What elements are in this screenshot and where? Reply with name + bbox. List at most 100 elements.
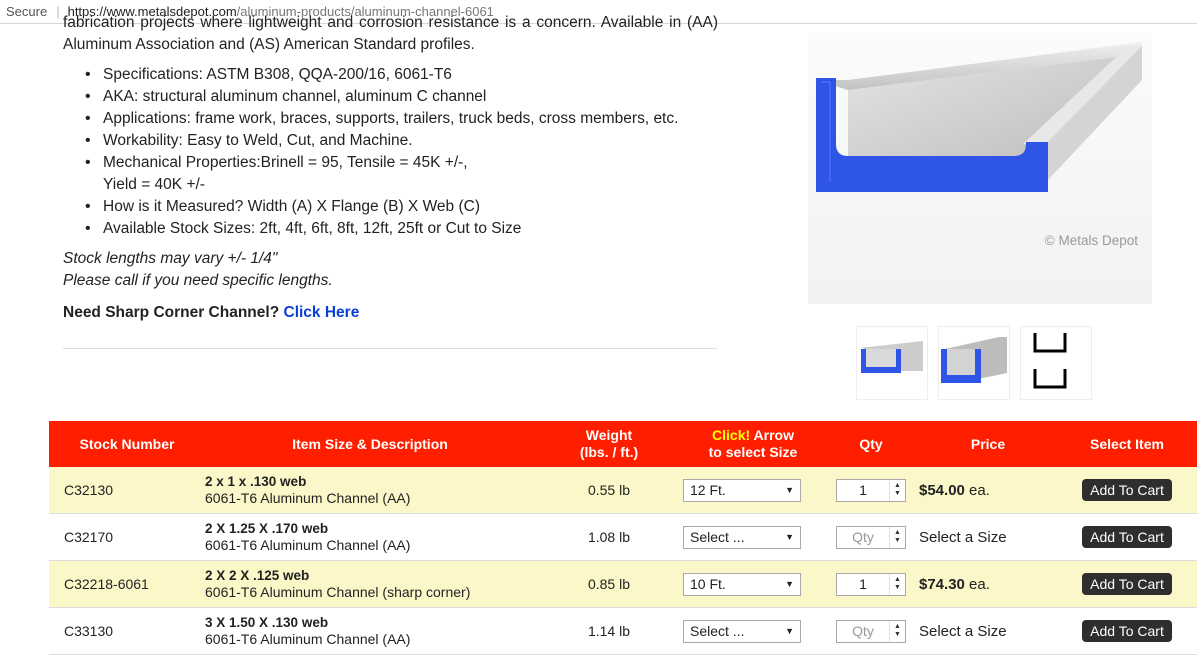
price-prompt: Select a Size: [919, 622, 1007, 640]
size-select[interactable]: Select ... ▼: [683, 619, 801, 643]
qty-placeholder: Qty: [852, 529, 874, 545]
size-select[interactable]: 12 Ft. ▼: [683, 478, 801, 502]
spinner-icon[interactable]: ▲ ▼: [889, 526, 905, 548]
size-cell: Select ... ▼: [683, 525, 823, 549]
qty-placeholder: Qty: [852, 623, 874, 639]
thumbnail-as-profile[interactable]: [938, 326, 1010, 400]
spinner-icon[interactable]: ▲ ▼: [889, 620, 905, 642]
item-description: 2 X 2 X .125 web 6061-T6 Aluminum Channel…: [205, 567, 535, 601]
header-weight-line2: (lbs. / ft.): [579, 444, 639, 460]
stock-length-note: Stock lengths may vary +/- 1/4" Please ca…: [63, 248, 718, 292]
price-cell: Select a Size: [919, 623, 1057, 640]
item-weight: 1.08 lb: [587, 529, 631, 545]
item-weight: 1.14 lb: [587, 623, 631, 639]
item-description: 3 X 1.50 X .130 web 6061-T6 Aluminum Chan…: [205, 614, 535, 648]
item-description: 2 x 1 x .130 web 6061-T6 Aluminum Channel…: [205, 473, 535, 507]
qty-stepper[interactable]: Qty ▲ ▼: [836, 525, 906, 549]
qty-cell: 1 ▲ ▼: [823, 478, 919, 502]
spec-item: Applications: frame work, braces, suppor…: [85, 108, 718, 130]
size-select-value: 12 Ft.: [690, 482, 726, 498]
size-select-value: Select ...: [690, 623, 745, 639]
spec-yield-text: Yield = 40K +/-: [103, 176, 205, 193]
price-value: $54.00: [919, 481, 965, 499]
sharp-corner-link[interactable]: Click Here: [284, 304, 360, 321]
note-line-1: Stock lengths may vary +/- 1/4": [63, 250, 278, 267]
table-row: C32218-6061 2 X 2 X .125 web 6061-T6 Alum…: [49, 561, 1197, 608]
price-value: $74.30: [919, 575, 965, 593]
product-description: fabrication projects where lightweight a…: [63, 14, 718, 324]
qty-stepper[interactable]: 1 ▲ ▼: [836, 572, 906, 596]
spec-item: Available Stock Sizes: 2ft, 4ft, 6ft, 8f…: [85, 218, 718, 240]
qty-stepper[interactable]: 1 ▲ ▼: [836, 478, 906, 502]
header-weight: Weight (lbs. / ft.): [535, 427, 683, 461]
price-cell: Select a Size: [919, 529, 1057, 546]
header-click-word: Click!: [712, 427, 751, 443]
price-cell: $54.00 ea.: [919, 482, 1057, 499]
add-to-cart-button[interactable]: Add To Cart: [1082, 479, 1172, 501]
stock-number: C33130: [64, 623, 114, 639]
price-unit: ea.: [964, 575, 990, 593]
item-title: 3 X 1.50 X .130 web: [205, 615, 329, 630]
qty-value: 1: [859, 482, 867, 498]
secure-label: Secure: [6, 4, 48, 19]
spec-item: Workability: Easy to Weld, Cut, and Mach…: [85, 130, 718, 152]
product-image[interactable]: © Metals Depot: [808, 32, 1152, 304]
add-to-cart-button[interactable]: Add To Cart: [1082, 526, 1172, 548]
sharp-corner-prompt: Need Sharp Corner Channel? Click Here: [63, 302, 718, 324]
dropdown-arrow-icon: ▼: [785, 579, 794, 589]
thumbnail-dimension-diagram[interactable]: [1020, 326, 1092, 400]
table-row: C33130 3 X 1.50 X .130 web 6061-T6 Alumin…: [49, 608, 1197, 655]
qty-cell: 1 ▲ ▼: [823, 572, 919, 596]
size-cell: Select ... ▼: [683, 619, 823, 643]
sharp-corner-label: Need Sharp Corner Channel?: [63, 304, 280, 321]
table-row: C32130 2 x 1 x .130 web 6061-T6 Aluminum …: [49, 467, 1197, 514]
spec-item: AKA: structural aluminum channel, alumin…: [85, 86, 718, 108]
item-title: 2 X 2 X .125 web: [205, 568, 310, 583]
item-desc: 6061-T6 Aluminum Channel (AA): [205, 631, 411, 647]
thumbnail-aa-profile[interactable]: [856, 326, 928, 400]
spec-item: How is it Measured? Width (A) X Flange (…: [85, 196, 718, 218]
size-select-value: 10 Ft.: [690, 576, 726, 592]
add-to-cart-button[interactable]: Add To Cart: [1082, 620, 1172, 642]
item-description: 2 X 1.25 X .170 web 6061-T6 Aluminum Chan…: [205, 520, 535, 554]
qty-value: 1: [859, 576, 867, 592]
spec-list: Specifications: ASTM B308, QQA-200/16, 6…: [63, 64, 718, 240]
product-table: Stock Number Item Size & Description Wei…: [49, 421, 1197, 655]
size-select[interactable]: 10 Ft. ▼: [683, 572, 801, 596]
item-title: 2 x 1 x .130 web: [205, 474, 307, 489]
dropdown-arrow-icon: ▼: [785, 485, 794, 495]
header-select-size: Click! Arrow to select Size: [683, 427, 823, 461]
price-unit: ea.: [964, 481, 990, 499]
cart-cell: Add To Cart: [1057, 620, 1197, 642]
spinner-icon[interactable]: ▲ ▼: [889, 479, 905, 501]
header-select-size-text: to select Size: [708, 444, 798, 460]
size-cell: 10 Ft. ▼: [683, 572, 823, 596]
size-select[interactable]: Select ... ▼: [683, 525, 801, 549]
spec-item-mechanical: Mechanical Properties:Brinell = 95, Tens…: [85, 152, 718, 196]
table-header: Stock Number Item Size & Description Wei…: [49, 421, 1197, 467]
qty-cell: Qty ▲ ▼: [823, 525, 919, 549]
stock-number: C32218-6061: [64, 576, 149, 592]
add-to-cart-button[interactable]: Add To Cart: [1082, 573, 1172, 595]
qty-stepper[interactable]: Qty ▲ ▼: [836, 619, 906, 643]
spec-item: Specifications: ASTM B308, QQA-200/16, 6…: [85, 64, 718, 86]
size-select-value: Select ...: [690, 529, 745, 545]
item-weight: 0.85 lb: [587, 576, 631, 592]
header-weight-line1: Weight: [585, 427, 633, 443]
item-desc: 6061-T6 Aluminum Channel (AA): [205, 537, 411, 553]
header-arrow-word: Arrow: [750, 427, 794, 443]
note-line-2: Please call if you need specific lengths…: [63, 272, 333, 289]
image-watermark: © Metals Depot: [1044, 233, 1138, 248]
size-cell: 12 Ft. ▼: [683, 478, 823, 502]
header-stock-number: Stock Number: [79, 436, 175, 452]
spinner-icon[interactable]: ▲ ▼: [889, 573, 905, 595]
stock-number: C32170: [64, 529, 114, 545]
item-desc: 6061-T6 Aluminum Channel (sharp corner): [205, 584, 471, 600]
header-item-description: Item Size & Description: [292, 435, 448, 452]
address-separator: |: [56, 4, 60, 19]
table-row: C32170 2 X 1.25 X .170 web 6061-T6 Alumin…: [49, 514, 1197, 561]
price-cell: $74.30 ea.: [919, 576, 1057, 593]
qty-cell: Qty ▲ ▼: [823, 619, 919, 643]
divider: [63, 348, 717, 349]
item-title: 2 X 1.25 X .170 web: [205, 521, 329, 536]
